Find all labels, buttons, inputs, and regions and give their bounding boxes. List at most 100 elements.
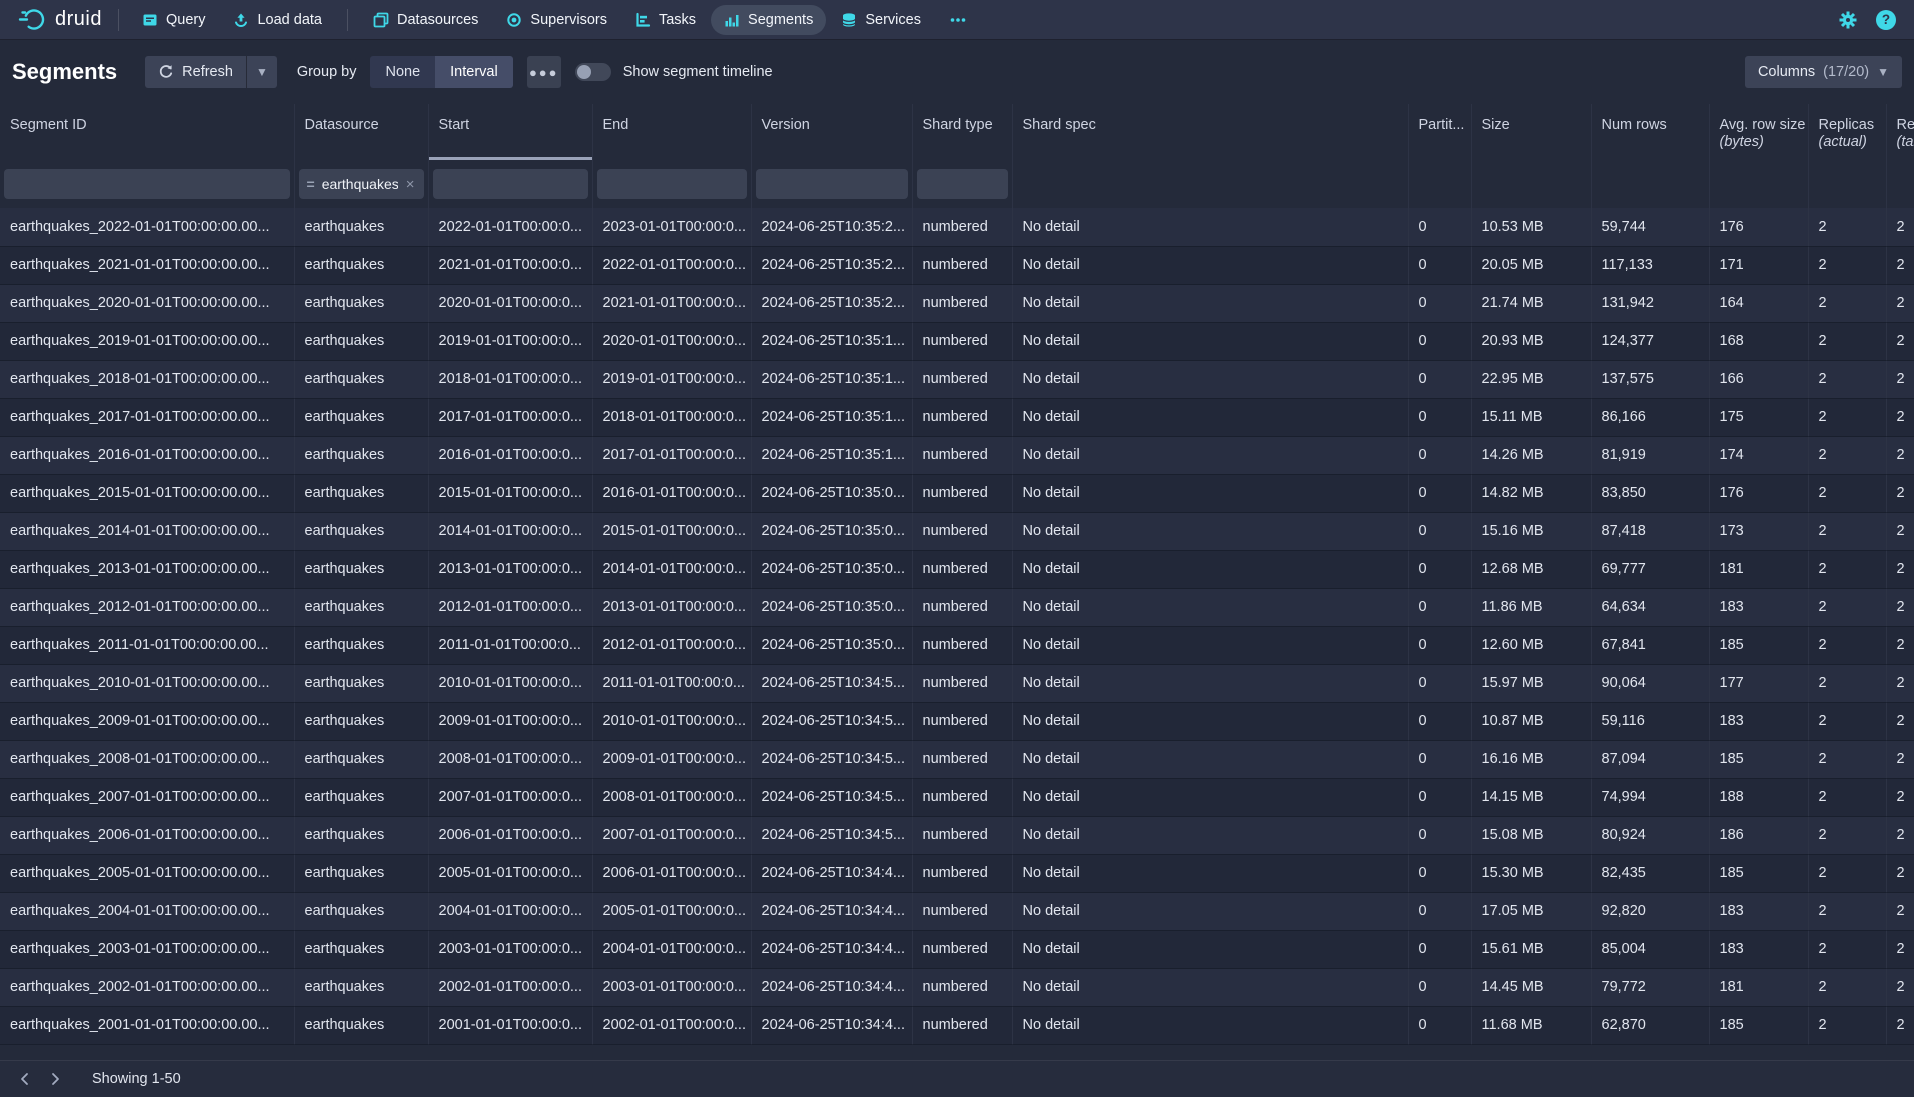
cell-shard-spec[interactable]: No detail — [1012, 930, 1408, 968]
cell-shard-type[interactable]: numbered — [912, 512, 1012, 550]
cell-shard-type[interactable]: numbered — [912, 816, 1012, 854]
cell-shard-type[interactable]: numbered — [912, 664, 1012, 702]
cell-avg-row-size[interactable]: 185 — [1709, 1006, 1808, 1044]
cell-id[interactable]: earthquakes_2006-01-01T00:00:00.00... — [0, 816, 294, 854]
group-by-option-none[interactable]: None — [370, 56, 435, 88]
column-header-end[interactable]: End — [592, 104, 751, 160]
cell-version[interactable]: 2024-06-25T10:34:4... — [751, 968, 912, 1006]
nav-item-datasources[interactable]: Datasources — [360, 5, 491, 35]
cell-shard-spec[interactable]: No detail — [1012, 360, 1408, 398]
filter-input-start[interactable] — [433, 169, 588, 199]
cell-version[interactable]: 2024-06-25T10:34:4... — [751, 854, 912, 892]
cell-replication-factor[interactable]: 2 — [1886, 702, 1914, 740]
cell-replicas[interactable]: 2 — [1808, 550, 1886, 588]
cell-shard-type[interactable]: numbered — [912, 626, 1012, 664]
cell-partition[interactable]: 0 — [1408, 436, 1471, 474]
cell-replicas[interactable]: 2 — [1808, 740, 1886, 778]
cell-datasource[interactable]: earthquakes — [294, 436, 428, 474]
gear-icon[interactable] — [1838, 10, 1858, 30]
cell-replication-factor[interactable]: 2 — [1886, 626, 1914, 664]
cell-shard-spec[interactable]: No detail — [1012, 854, 1408, 892]
cell-partition[interactable]: 0 — [1408, 740, 1471, 778]
cell-id[interactable]: earthquakes_2011-01-01T00:00:00.00... — [0, 626, 294, 664]
cell-shard-type[interactable]: numbered — [912, 1006, 1012, 1044]
cell-datasource[interactable]: earthquakes — [294, 474, 428, 512]
cell-end[interactable]: 2005-01-01T00:00:0... — [592, 892, 751, 930]
prev-page-button[interactable] — [10, 1065, 40, 1093]
refresh-button[interactable]: Refresh — [145, 56, 246, 88]
cell-id[interactable]: earthquakes_2001-01-01T00:00:00.00... — [0, 1006, 294, 1044]
column-header-start[interactable]: Start — [428, 104, 592, 160]
cell-avg-row-size[interactable]: 176 — [1709, 208, 1808, 246]
cell-shard-type[interactable]: numbered — [912, 930, 1012, 968]
cell-shard-type[interactable]: numbered — [912, 360, 1012, 398]
cell-partition[interactable]: 0 — [1408, 550, 1471, 588]
cell-avg-row-size[interactable]: 185 — [1709, 740, 1808, 778]
cell-id[interactable]: earthquakes_2005-01-01T00:00:00.00... — [0, 854, 294, 892]
cell-partition[interactable]: 0 — [1408, 588, 1471, 626]
cell-replicas[interactable]: 2 — [1808, 360, 1886, 398]
cell-datasource[interactable]: earthquakes — [294, 398, 428, 436]
cell-avg-row-size[interactable]: 171 — [1709, 246, 1808, 284]
cell-shard-spec[interactable]: No detail — [1012, 474, 1408, 512]
cell-size[interactable]: 14.82 MB — [1471, 474, 1591, 512]
cell-partition[interactable]: 0 — [1408, 1006, 1471, 1044]
nav-item-segments[interactable]: Segments — [711, 5, 826, 35]
column-header-shard-spec[interactable]: Shard spec — [1012, 104, 1408, 160]
cell-end[interactable]: 2023-01-01T00:00:0... — [592, 208, 751, 246]
cell-partition[interactable]: 0 — [1408, 512, 1471, 550]
cell-end[interactable]: 2020-01-01T00:00:0... — [592, 322, 751, 360]
druid-logo[interactable]: druid — [12, 6, 108, 34]
cell-start[interactable]: 2001-01-01T00:00:0... — [428, 1006, 592, 1044]
cell-size[interactable]: 22.95 MB — [1471, 360, 1591, 398]
cell-avg-row-size[interactable]: 188 — [1709, 778, 1808, 816]
cell-num-rows[interactable]: 117,133 — [1591, 246, 1709, 284]
cell-shard-spec[interactable]: No detail — [1012, 550, 1408, 588]
cell-partition[interactable]: 0 — [1408, 398, 1471, 436]
cell-datasource[interactable]: earthquakes — [294, 588, 428, 626]
cell-avg-row-size[interactable]: 168 — [1709, 322, 1808, 360]
cell-start[interactable]: 2020-01-01T00:00:0... — [428, 284, 592, 322]
cell-id[interactable]: earthquakes_2013-01-01T00:00:00.00... — [0, 550, 294, 588]
cell-start[interactable]: 2006-01-01T00:00:0... — [428, 816, 592, 854]
cell-replicas[interactable]: 2 — [1808, 664, 1886, 702]
cell-replication-factor[interactable]: 2 — [1886, 208, 1914, 246]
cell-replication-factor[interactable]: 2 — [1886, 322, 1914, 360]
cell-datasource[interactable]: earthquakes — [294, 284, 428, 322]
cell-start[interactable]: 2009-01-01T00:00:0... — [428, 702, 592, 740]
cell-shard-spec[interactable]: No detail — [1012, 816, 1408, 854]
cell-start[interactable]: 2018-01-01T00:00:0... — [428, 360, 592, 398]
cell-replication-factor[interactable]: 2 — [1886, 436, 1914, 474]
cell-version[interactable]: 2024-06-25T10:35:0... — [751, 588, 912, 626]
remove-filter-icon[interactable]: × — [405, 176, 416, 193]
cell-partition[interactable]: 0 — [1408, 360, 1471, 398]
cell-replicas[interactable]: 2 — [1808, 778, 1886, 816]
refresh-caret-button[interactable]: ▼ — [246, 56, 277, 88]
cell-shard-type[interactable]: numbered — [912, 702, 1012, 740]
cell-replicas[interactable]: 2 — [1808, 626, 1886, 664]
cell-partition[interactable]: 0 — [1408, 702, 1471, 740]
cell-version[interactable]: 2024-06-25T10:35:1... — [751, 322, 912, 360]
cell-id[interactable]: earthquakes_2012-01-01T00:00:00.00... — [0, 588, 294, 626]
cell-start[interactable]: 2003-01-01T00:00:0... — [428, 930, 592, 968]
cell-id[interactable]: earthquakes_2010-01-01T00:00:00.00... — [0, 664, 294, 702]
cell-id[interactable]: earthquakes_2017-01-01T00:00:00.00... — [0, 398, 294, 436]
cell-shard-type[interactable]: numbered — [912, 892, 1012, 930]
cell-datasource[interactable]: earthquakes — [294, 778, 428, 816]
column-header-replicas[interactable]: Replicas(actual) — [1808, 104, 1886, 160]
cell-partition[interactable]: 0 — [1408, 664, 1471, 702]
cell-replicas[interactable]: 2 — [1808, 930, 1886, 968]
datasource-filter-tag[interactable]: =earthquakes× — [299, 169, 424, 199]
cell-start[interactable]: 2015-01-01T00:00:0... — [428, 474, 592, 512]
cell-avg-row-size[interactable]: 185 — [1709, 854, 1808, 892]
group-by-option-interval[interactable]: Interval — [435, 56, 513, 88]
cell-partition[interactable]: 0 — [1408, 208, 1471, 246]
cell-avg-row-size[interactable]: 183 — [1709, 930, 1808, 968]
cell-version[interactable]: 2024-06-25T10:35:0... — [751, 474, 912, 512]
cell-partition[interactable]: 0 — [1408, 816, 1471, 854]
cell-partition[interactable]: 0 — [1408, 246, 1471, 284]
nav-item-tasks[interactable]: Tasks — [622, 5, 709, 35]
cell-version[interactable]: 2024-06-25T10:34:4... — [751, 892, 912, 930]
cell-shard-type[interactable]: numbered — [912, 474, 1012, 512]
cell-partition[interactable]: 0 — [1408, 322, 1471, 360]
